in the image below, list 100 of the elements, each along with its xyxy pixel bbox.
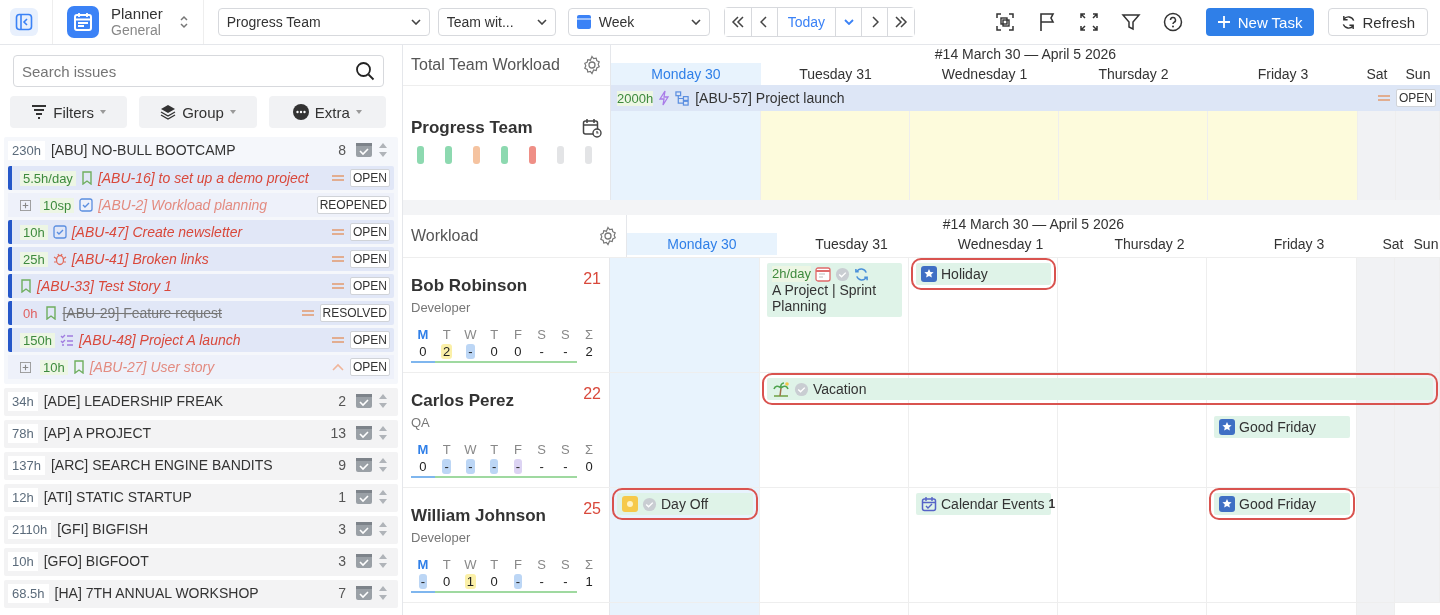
calendar-check-icon[interactable] — [356, 394, 372, 408]
issue-row[interactable]: 10h [ABU-47] Create newsletter OPEN — [8, 220, 394, 244]
dropdown[interactable]: Team wit... — [437, 8, 556, 36]
fullscreen-icon[interactable] — [1078, 12, 1099, 32]
group-button[interactable]: Group — [139, 96, 257, 128]
calendar-check-icon[interactable] — [356, 522, 372, 536]
issue-title: [ABU-48] Project A launch — [78, 332, 241, 348]
day-header: Sat — [1381, 235, 1405, 254]
expand-icon[interactable] — [20, 199, 31, 211]
day-hours: - — [418, 574, 428, 589]
issue-title: [ABU-41] Broken links — [71, 251, 209, 267]
project-group[interactable]: 10h [GFO] BIGFOOT 3 — [4, 548, 398, 576]
issue-row[interactable]: 10h [ABU-27] User story OPEN — [8, 355, 394, 379]
sum-sign: Σ — [585, 327, 594, 342]
workload-count: 22 — [583, 385, 601, 404]
weekday-letter: S — [537, 327, 546, 342]
issue-row[interactable]: 10sp [ABU-2] Workload planning REOPENED — [8, 193, 394, 217]
event-chip[interactable]: Good Friday — [1214, 493, 1350, 515]
weekday-letter: S — [537, 557, 546, 572]
dropdown[interactable]: Week — [567, 8, 710, 36]
day-hours: 0 — [513, 344, 523, 359]
sort-icon[interactable] — [378, 142, 388, 158]
weekday-letter: T — [490, 557, 499, 572]
day-header: Friday 3 — [1256, 65, 1310, 84]
total-hours: 1 — [584, 574, 594, 589]
up-down-icon[interactable] — [178, 14, 189, 30]
project-group[interactable]: 68.5h [HA] 7TH ANNUAL WORKSHOP 7 — [4, 580, 398, 608]
day-header: Sun — [1404, 65, 1432, 84]
issue-count: 1 — [338, 489, 346, 505]
sun-icon — [622, 496, 638, 512]
bookmark-icon — [20, 279, 32, 293]
filters-button[interactable]: Filters — [10, 96, 128, 128]
sum-sign: Σ — [585, 557, 594, 572]
total-hours: 2 — [584, 344, 594, 359]
calendar-check-icon — [921, 496, 937, 512]
status-badge: OPEN — [350, 250, 390, 268]
estimate: 0h — [22, 305, 39, 321]
hours-chip: 78h — [8, 423, 38, 443]
weekday-letter: W — [464, 442, 477, 457]
workload-count: 25 — [583, 500, 601, 519]
issue-count: 13 — [330, 425, 346, 441]
issue-row[interactable]: 25h [ABU-41] Broken links OPEN — [8, 247, 394, 271]
issue-row[interactable]: 5.5h/day [ABU-16] to set up a demo project OPEN — [8, 166, 394, 190]
project-group[interactable]: 78h [AP] A PROJECT 13 — [4, 420, 398, 448]
dropdown[interactable]: Progress Team — [217, 8, 430, 36]
day-header: Thursday 2 — [1097, 65, 1170, 84]
help-icon[interactable] — [1162, 12, 1183, 32]
weekday-letter: W — [464, 327, 477, 342]
sidebar-toggle-icon[interactable] — [10, 8, 38, 36]
expand-icon[interactable] — [20, 361, 31, 373]
issue-row[interactable]: [ABU-33] Test Story 1 OPEN — [8, 274, 394, 298]
hours-chip: 12h — [8, 487, 38, 507]
issue-row[interactable]: 150h [ABU-48] Project A launch OPEN — [8, 328, 394, 352]
filter-icon[interactable] — [1120, 12, 1141, 32]
calendar-check-icon[interactable] — [356, 143, 372, 157]
calendar-check-icon[interactable] — [356, 586, 372, 600]
new-task-button[interactable]: New Task — [1205, 8, 1315, 36]
project-group[interactable] — [4, 137, 398, 384]
calendar-icon — [815, 266, 832, 282]
calendar-check-icon[interactable] — [356, 458, 372, 472]
extra-button[interactable]: Extra — [268, 96, 386, 128]
task-chip[interactable]: 2h/day A Project | Sprint Planning — [767, 263, 902, 317]
plus-icon — [1217, 16, 1230, 28]
weekday-letter: T — [490, 327, 499, 342]
refresh-button[interactable]: Refresh — [1328, 8, 1428, 36]
day-header: Friday 3 — [1272, 235, 1326, 254]
filter-icon — [31, 104, 48, 120]
task-bar[interactable]: 2000h [ABU-57] Project launch OPEN — [611, 85, 1440, 111]
issue-row[interactable]: 0h [ABU-29] Feature request RESOLVED — [8, 301, 394, 325]
focus-icon[interactable] — [994, 12, 1015, 32]
event-chip[interactable]: Holiday — [916, 263, 1051, 285]
calendar-check-icon[interactable] — [356, 490, 372, 504]
event-chip[interactable]: Day Off — [617, 493, 753, 515]
estimate: 10sp — [40, 197, 75, 213]
weekday-letter: T — [442, 442, 451, 457]
event-chip[interactable]: Good Friday — [1214, 416, 1350, 438]
project-group[interactable]: 34h [ADE] LEADERSHIP FREAK 2 — [4, 388, 398, 416]
search-icon[interactable] — [355, 61, 375, 81]
search-field[interactable]: Search issues — [13, 55, 384, 87]
project-group[interactable]: 2110h [GFI] BIGFISH 3 — [4, 516, 398, 544]
settings-icon[interactable] — [582, 55, 602, 75]
first-page-icon[interactable] — [724, 8, 752, 36]
project-title: [ABU] NO-BULL BOOTCAMP — [50, 142, 237, 158]
hours-chip: 10h — [8, 551, 38, 571]
calendar-check-icon[interactable] — [356, 554, 372, 568]
project-group[interactable]: 137h [ARC] SEARCH ENGINE BANDITS 9 — [4, 452, 398, 480]
checkbox-icon — [79, 198, 94, 212]
weekday-letter: T — [442, 327, 451, 342]
day-header: Sun — [1412, 235, 1440, 254]
weekday-letter: W — [464, 557, 477, 572]
settings-icon[interactable] — [598, 226, 618, 246]
week-title: #14 March 30 — April 5 2026 — [933, 45, 1118, 63]
refresh-icon — [1341, 14, 1357, 30]
event-chip[interactable]: Vacation — [767, 378, 1433, 400]
calendar-check-icon[interactable] — [356, 426, 372, 440]
issue-count: 9 — [338, 457, 346, 473]
status-badge: OPEN — [1396, 89, 1436, 107]
calendar-clock-icon[interactable] — [582, 118, 602, 138]
chevron-down-icon — [536, 19, 547, 25]
project-group[interactable]: 12h [ATI] STATIC STARTUP 1 — [4, 484, 398, 512]
